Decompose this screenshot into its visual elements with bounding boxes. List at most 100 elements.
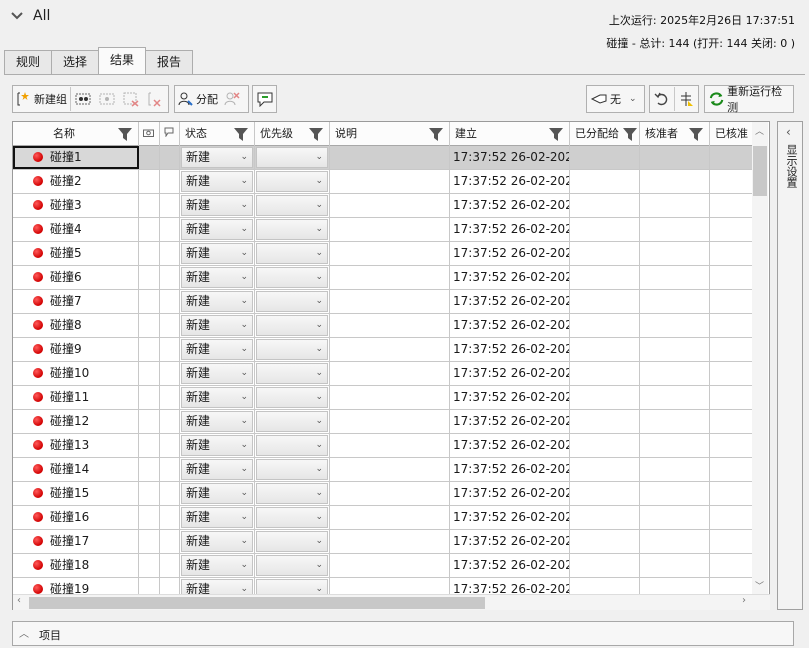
description-cell[interactable]: [330, 266, 450, 289]
description-cell[interactable]: [330, 170, 450, 193]
status-dropdown[interactable]: 新建 ⌄: [181, 291, 253, 312]
column-header-status[interactable]: 状态: [180, 122, 255, 146]
filter-icon[interactable]: [623, 128, 637, 141]
table-row[interactable]: 碰撞9 新建 ⌄ ⌄ 17:37:52 26-02-2025: [13, 338, 753, 362]
column-header-approver[interactable]: 核准者: [640, 122, 710, 146]
add-comment-button[interactable]: [253, 87, 277, 111]
clash-name-cell[interactable]: 碰撞14: [13, 458, 139, 481]
table-row[interactable]: 碰撞18 新建 ⌄ ⌄ 17:37:52 26-02-2025: [13, 554, 753, 578]
delete-group-button[interactable]: [143, 87, 165, 111]
explode-group-button[interactable]: [95, 87, 119, 111]
table-row[interactable]: 碰撞8 新建 ⌄ ⌄ 17:37:52 26-02-2025: [13, 314, 753, 338]
description-cell[interactable]: [330, 314, 450, 337]
status-dropdown[interactable]: 新建 ⌄: [181, 195, 253, 216]
table-row[interactable]: 碰撞11 新建 ⌄ ⌄ 17:37:52 26-02-2025: [13, 386, 753, 410]
scroll-right-icon[interactable]: ›: [742, 595, 746, 606]
status-dropdown[interactable]: 新建 ⌄: [181, 483, 253, 504]
status-dropdown[interactable]: 新建 ⌄: [181, 531, 253, 552]
remove-from-group-button[interactable]: [119, 87, 143, 111]
clash-name-cell[interactable]: 碰撞10: [13, 362, 139, 385]
priority-dropdown[interactable]: ⌄: [256, 219, 328, 240]
description-cell[interactable]: [330, 386, 450, 409]
column-header-priority[interactable]: 优先级: [255, 122, 330, 146]
priority-dropdown[interactable]: ⌄: [256, 363, 328, 384]
clash-name-cell[interactable]: 碰撞3: [13, 194, 139, 217]
column-header-assigned-to[interactable]: 已分配给: [570, 122, 640, 146]
status-dropdown[interactable]: 新建 ⌄: [181, 147, 253, 168]
scroll-down-icon[interactable]: ﹀: [755, 579, 764, 592]
clash-name-cell[interactable]: 碰撞15: [13, 482, 139, 505]
description-cell[interactable]: [330, 242, 450, 265]
status-dropdown[interactable]: 新建 ⌄: [181, 243, 253, 264]
clash-name-cell[interactable]: 碰撞4: [13, 218, 139, 241]
priority-dropdown[interactable]: ⌄: [256, 147, 328, 168]
description-cell[interactable]: [330, 146, 450, 169]
column-header-approved[interactable]: 已核准: [710, 122, 753, 146]
table-row[interactable]: 碰撞13 新建 ⌄ ⌄ 17:37:52 26-02-2025: [13, 434, 753, 458]
scroll-up-icon[interactable]: ︿: [755, 124, 764, 137]
column-header-name[interactable]: 名称: [13, 122, 139, 146]
compact-button[interactable]: [674, 87, 697, 111]
filter-icon[interactable]: [689, 128, 703, 141]
tab-results[interactable]: 结果: [98, 47, 147, 74]
status-dropdown[interactable]: 新建 ⌄: [181, 339, 253, 360]
description-cell[interactable]: [330, 218, 450, 241]
status-dropdown[interactable]: 新建 ⌄: [181, 267, 253, 288]
column-header-created[interactable]: 建立: [450, 122, 570, 146]
chevron-down-icon[interactable]: [10, 10, 24, 22]
table-row[interactable]: 碰撞6 新建 ⌄ ⌄ 17:37:52 26-02-2025: [13, 266, 753, 290]
table-row[interactable]: 碰撞15 新建 ⌄ ⌄ 17:37:52 26-02-2025: [13, 482, 753, 506]
new-group-button[interactable]: 新建组: [13, 87, 70, 111]
table-row[interactable]: 碰撞14 新建 ⌄ ⌄ 17:37:52 26-02-2025: [13, 458, 753, 482]
table-row[interactable]: 碰撞7 新建 ⌄ ⌄ 17:37:52 26-02-2025: [13, 290, 753, 314]
status-dropdown[interactable]: 新建 ⌄: [181, 411, 253, 432]
table-row[interactable]: 碰撞4 新建 ⌄ ⌄ 17:37:52 26-02-2025: [13, 218, 753, 242]
vertical-scroll-thumb[interactable]: [753, 146, 767, 196]
priority-dropdown[interactable]: ⌄: [256, 459, 328, 480]
clash-name-cell[interactable]: 碰撞2: [13, 170, 139, 193]
scroll-left-icon[interactable]: ‹: [17, 595, 21, 606]
description-cell[interactable]: [330, 434, 450, 457]
description-cell[interactable]: [330, 362, 450, 385]
priority-dropdown[interactable]: ⌄: [256, 243, 328, 264]
description-cell[interactable]: [330, 338, 450, 361]
priority-dropdown[interactable]: ⌄: [256, 291, 328, 312]
items-panel-bar[interactable]: ︿ 项目: [12, 621, 794, 646]
column-header-comments[interactable]: [160, 122, 180, 146]
vertical-scrollbar[interactable]: ︿ ﹀: [752, 122, 768, 594]
clash-name-cell[interactable]: 碰撞6: [13, 266, 139, 289]
priority-dropdown[interactable]: ⌄: [256, 315, 328, 336]
description-cell[interactable]: [330, 410, 450, 433]
table-row[interactable]: 碰撞10 新建 ⌄ ⌄ 17:37:52 26-02-2025: [13, 362, 753, 386]
status-dropdown[interactable]: 新建 ⌄: [181, 435, 253, 456]
clash-name-cell[interactable]: 碰撞7: [13, 290, 139, 313]
clash-name-cell[interactable]: 碰撞13: [13, 434, 139, 457]
table-row[interactable]: 碰撞3 新建 ⌄ ⌄ 17:37:52 26-02-2025: [13, 194, 753, 218]
tab-rules[interactable]: 规则: [4, 50, 53, 74]
priority-dropdown[interactable]: ⌄: [256, 555, 328, 576]
filter-icon[interactable]: [309, 128, 323, 141]
status-dropdown[interactable]: 新建 ⌄: [181, 315, 253, 336]
filter-icon[interactable]: [118, 128, 132, 141]
description-cell[interactable]: [330, 554, 450, 577]
column-header-description[interactable]: 说明: [330, 122, 450, 146]
priority-dropdown[interactable]: ⌄: [256, 411, 328, 432]
priority-dropdown[interactable]: ⌄: [256, 435, 328, 456]
status-dropdown[interactable]: 新建 ⌄: [181, 219, 253, 240]
status-dropdown[interactable]: 新建 ⌄: [181, 507, 253, 528]
table-row[interactable]: 碰撞5 新建 ⌄ ⌄ 17:37:52 26-02-2025: [13, 242, 753, 266]
filter-icon[interactable]: [429, 128, 443, 141]
filter-icon[interactable]: [234, 128, 248, 141]
table-row[interactable]: 碰撞2 新建 ⌄ ⌄ 17:37:52 26-02-2025: [13, 170, 753, 194]
status-dropdown[interactable]: 新建 ⌄: [181, 387, 253, 408]
clash-name-cell[interactable]: 碰撞17: [13, 530, 139, 553]
description-cell[interactable]: [330, 482, 450, 505]
column-header-viewpoint[interactable]: [139, 122, 160, 146]
horizontal-scroll-thumb[interactable]: [29, 597, 485, 609]
chevron-left-icon[interactable]: ‹: [786, 125, 791, 139]
priority-dropdown[interactable]: ⌄: [256, 171, 328, 192]
reset-button[interactable]: [650, 87, 674, 111]
clash-name-cell[interactable]: 碰撞5: [13, 242, 139, 265]
clash-name-cell[interactable]: 碰撞11: [13, 386, 139, 409]
horizontal-scrollbar[interactable]: ‹ ›: [13, 594, 770, 610]
